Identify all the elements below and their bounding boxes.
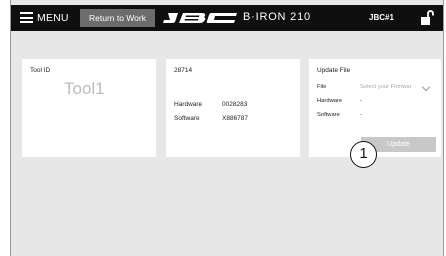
tool-id-card: Tool ID Tool1 bbox=[22, 59, 156, 157]
jbc-logo-icon bbox=[163, 13, 237, 23]
hardware-label: Hardware bbox=[174, 101, 203, 108]
software-label: Software bbox=[174, 115, 200, 122]
hamburger-menu-icon[interactable] bbox=[20, 12, 33, 23]
menu-button-label[interactable]: MENU bbox=[37, 12, 69, 24]
update-hardware-label: Hardware bbox=[317, 98, 343, 104]
update-hardware-value: - bbox=[360, 98, 362, 104]
model-name: B·IRON 210 bbox=[243, 11, 311, 23]
tool-id-label: Tool ID bbox=[30, 67, 51, 74]
software-value: X886787 bbox=[222, 115, 249, 122]
update-file-card: Update File File Select your Firmwar Har… bbox=[309, 59, 441, 157]
serial-number: 28714 bbox=[174, 67, 193, 74]
update-software-value: - bbox=[360, 112, 362, 118]
device-info-card: 28714 Hardware 0028283 Software X886787 bbox=[166, 59, 300, 157]
top-bar: MENU Return to Work B·IRON 210 JBC#1 bbox=[11, 5, 443, 31]
hardware-value: 0028283 bbox=[222, 101, 248, 108]
device-screen: MENU Return to Work B·IRON 210 JBC#1 Too… bbox=[10, 0, 444, 256]
file-label: File bbox=[317, 84, 327, 90]
unlock-icon[interactable] bbox=[420, 10, 434, 26]
station-id: JBC#1 bbox=[369, 13, 394, 22]
firmware-file-placeholder[interactable]: Select your Firmwar bbox=[360, 84, 412, 90]
update-software-label: Software bbox=[317, 112, 340, 118]
chevron-down-icon[interactable] bbox=[421, 82, 431, 92]
update-file-title: Update File bbox=[317, 67, 351, 74]
callout-marker: 1 bbox=[350, 141, 377, 168]
tool-name-value: Tool1 bbox=[64, 79, 105, 98]
return-to-work-button[interactable]: Return to Work bbox=[80, 9, 155, 27]
